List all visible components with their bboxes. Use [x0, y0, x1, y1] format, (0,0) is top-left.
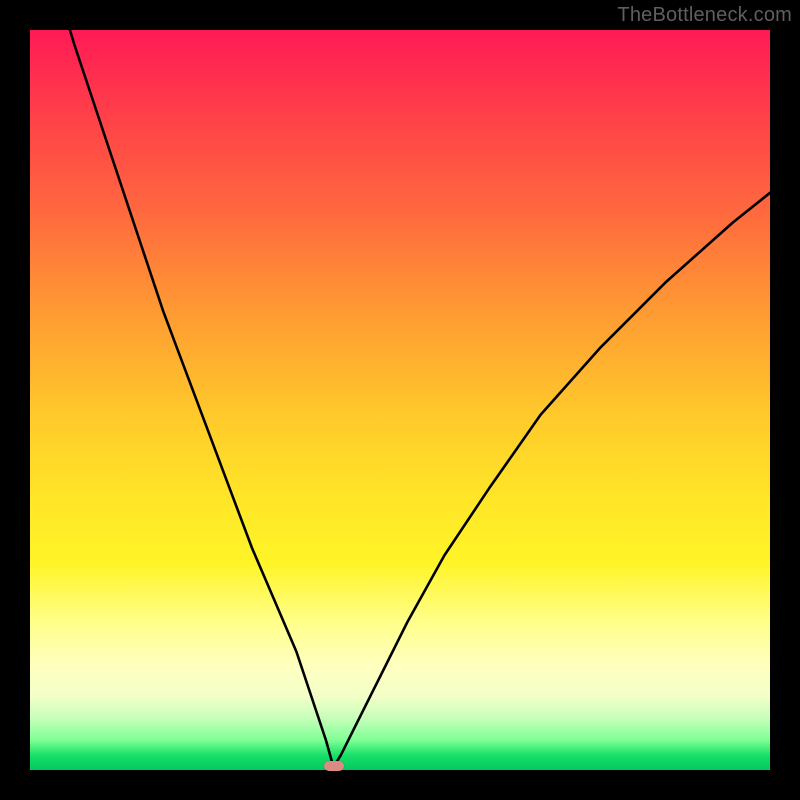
- minimum-marker: [324, 761, 344, 771]
- chart-plot-area: [30, 30, 770, 770]
- chart-frame: TheBottleneck.com: [0, 0, 800, 800]
- watermark-text: TheBottleneck.com: [617, 4, 792, 27]
- bottleneck-curve: [30, 30, 770, 770]
- bottleneck-curve-path: [30, 0, 770, 767]
